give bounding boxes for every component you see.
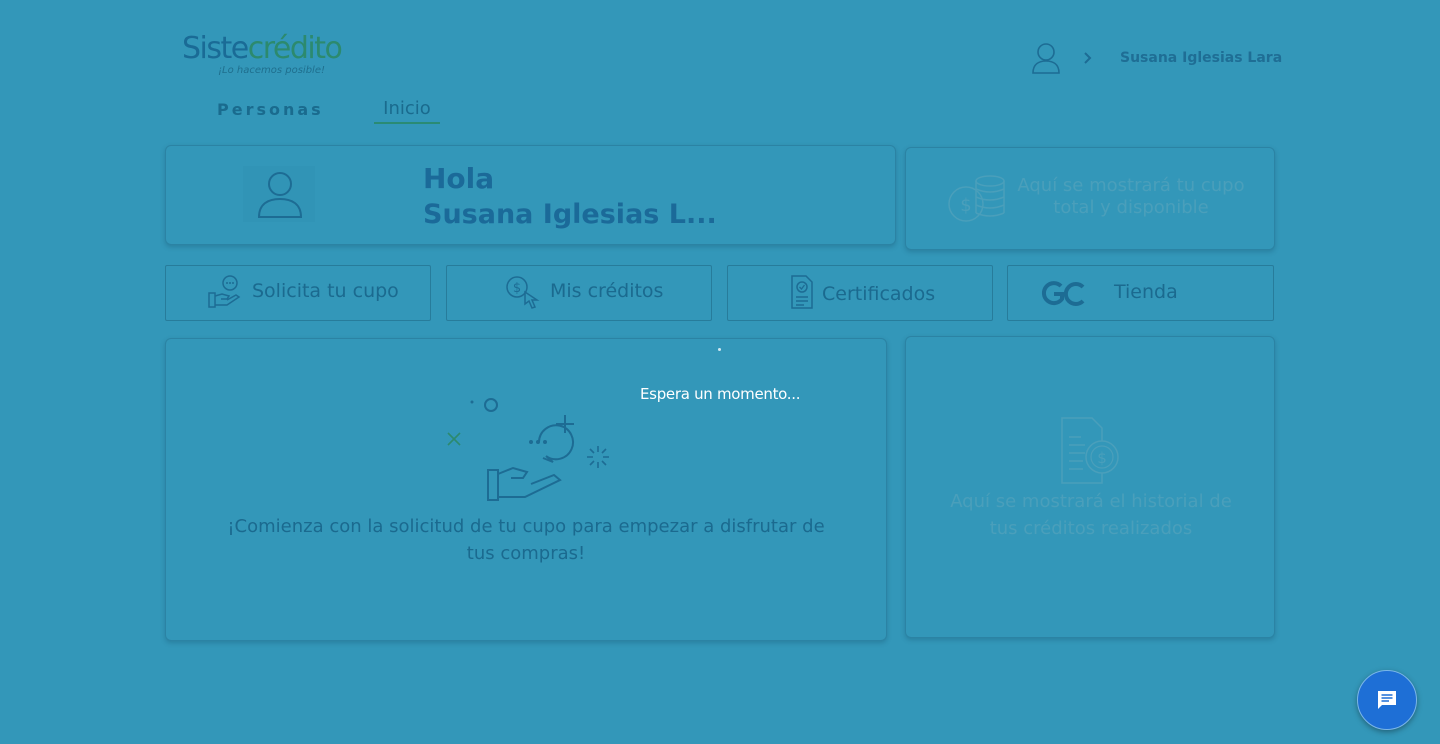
svg-text:$: $ <box>513 281 521 296</box>
chat-button[interactable] <box>1357 670 1417 730</box>
chat-icon <box>1378 691 1396 709</box>
tab-inicio[interactable]: Inicio <box>374 98 440 124</box>
logo-text-siste: Siste <box>182 31 249 66</box>
user-icon[interactable] <box>1031 42 1061 74</box>
hand-chat-illustration <box>447 398 609 501</box>
credit-history-placeholder-text: Aquí se mostrará el historial de tus cré… <box>950 491 1232 539</box>
greeting-hello: Hola <box>423 162 495 195</box>
mis-creditos-label: Mis créditos <box>550 280 664 302</box>
certificate-icon <box>791 275 813 309</box>
solicita-cupo-button[interactable]: Solicita tu cupo <box>165 265 431 321</box>
hand-chat-icon <box>208 275 241 308</box>
tab-personas[interactable]: Personas <box>217 100 324 120</box>
user-avatar-icon <box>257 172 303 218</box>
mis-creditos-button[interactable]: $ Mis créditos <box>446 265 712 321</box>
greeting-card: Hola Susana Iglesias L... <box>165 145 896 245</box>
credit-history-card: $ Aquí se mostrará el historial de tus c… <box>905 336 1275 638</box>
tienda-label: Tienda <box>1114 281 1178 303</box>
logo-text-credito: crédito <box>247 31 343 66</box>
svg-text:$: $ <box>1097 449 1107 467</box>
avatar <box>243 166 315 222</box>
loading-spinner <box>718 348 721 351</box>
money-click-icon: $ <box>506 276 540 309</box>
document-money-icon: $ <box>1061 417 1119 484</box>
logo-tagline: ¡Lo hacemos posible! <box>218 65 325 76</box>
certificados-label: Certificados <box>822 283 936 305</box>
coins-icon: $ <box>948 175 1005 222</box>
chevron-right-icon[interactable] <box>1082 50 1094 66</box>
svg-text:$: $ <box>960 195 971 216</box>
go-logo-icon <box>1041 281 1085 306</box>
greeting-name: Susana Iglesias L... <box>423 199 717 230</box>
quota-placeholder-text: Aquí se mostrará tu cupo total y disponi… <box>1017 175 1245 218</box>
tienda-button[interactable]: Tienda <box>1007 265 1274 321</box>
solicita-cupo-label: Solicita tu cupo <box>252 280 399 302</box>
certificados-button[interactable]: Certificados <box>727 265 993 321</box>
quota-card: $ Aquí se mostrará tu cupo total y dispo… <box>905 147 1275 250</box>
start-request-text: ¡Comienza con la solicitud de tu cupo pa… <box>227 516 825 564</box>
header-user-name[interactable]: Susana Iglesias Lara <box>1120 49 1282 67</box>
loading-message: Espera un momento... <box>640 385 801 403</box>
sistecredito-logo[interactable]: Sistecrédito ¡Lo hacemos posible! <box>182 31 382 81</box>
